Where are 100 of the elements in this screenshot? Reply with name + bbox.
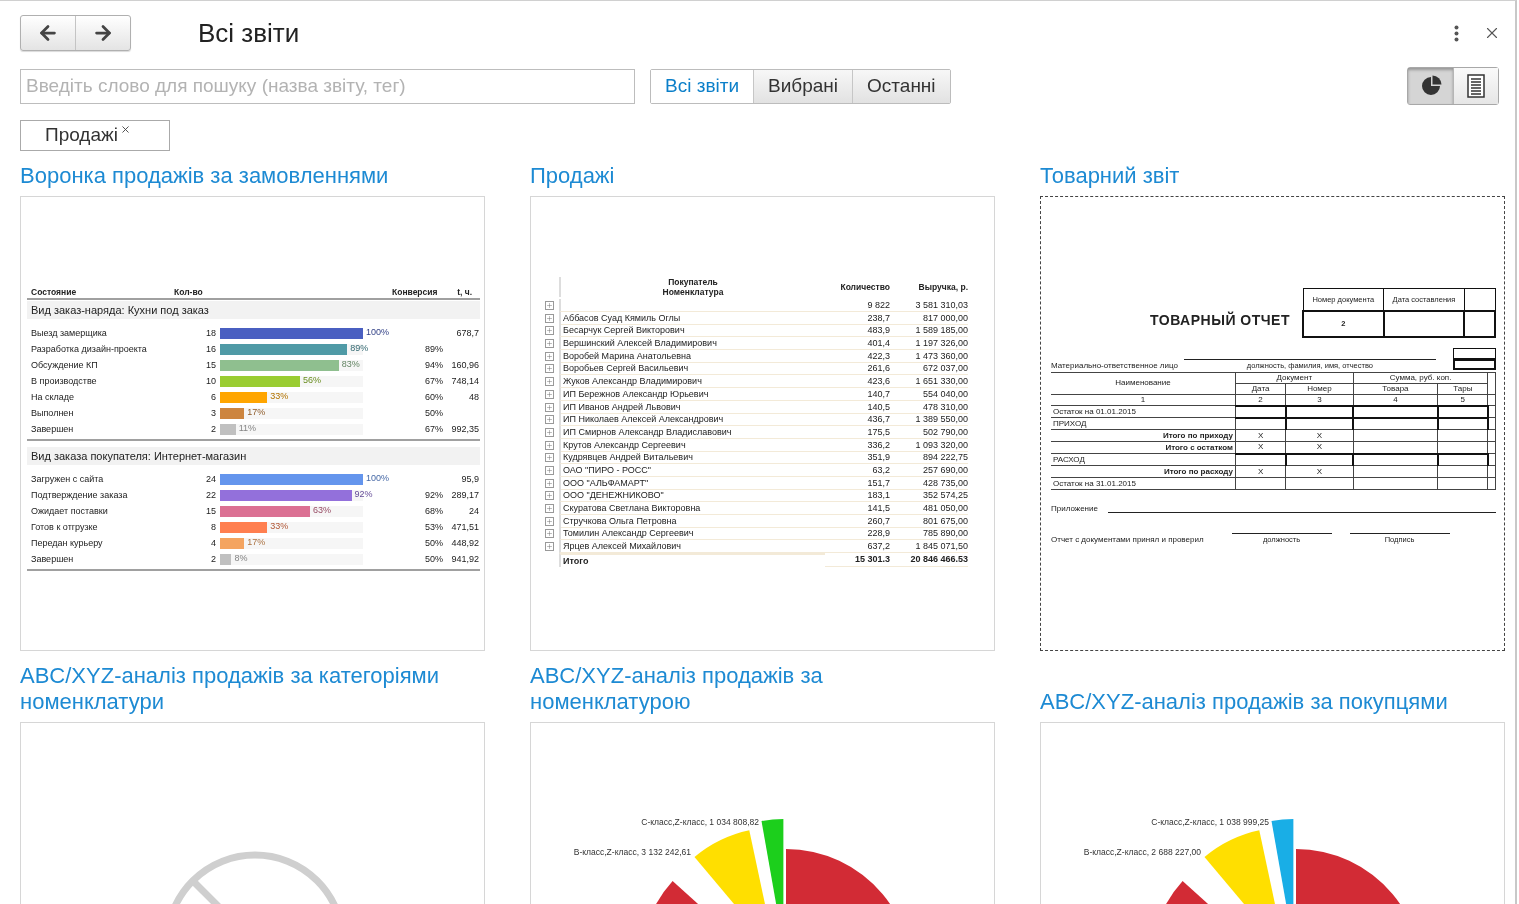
- expand-button[interactable]: [545, 504, 554, 513]
- more-icon: [1454, 24, 1459, 42]
- table-cell: 140,5: [825, 400, 890, 414]
- expand-button[interactable]: [545, 377, 554, 387]
- report-title[interactable]: Товарний звіт: [1040, 163, 1480, 189]
- table-cell: Стручкова Ольга Петровна: [559, 514, 825, 528]
- expand-button[interactable]: [545, 364, 554, 374]
- expand-button[interactable]: [545, 313, 554, 323]
- column-header: Выручка, р.: [917, 282, 968, 292]
- percent-label: 33%: [270, 520, 289, 531]
- expand-button[interactable]: [545, 415, 554, 425]
- report-preview[interactable]: C-класс,Z-класс, 1 034 808,82 B-класс,Z-класс, 3 132 242,61: [530, 722, 995, 904]
- pie-label: C-класс,Z-класс, 1 038 999,25: [1151, 817, 1269, 827]
- table-cell: ООО "АЛЬФАМАРТ": [559, 476, 825, 490]
- table-cell: 1 093 320,00: [890, 438, 968, 452]
- search-field[interactable]: Введіть слово для пошуку (назва звіту, тег): [20, 68, 635, 104]
- conversion-cell-text: 50%: [425, 554, 444, 564]
- expand-button[interactable]: [545, 301, 554, 310]
- table-cell: Крутов Александр Сергеевич: [559, 438, 825, 452]
- table-cell: 63,2: [825, 463, 890, 477]
- table-cell: 260,7: [825, 514, 890, 528]
- expand-button[interactable]: [545, 389, 554, 399]
- table-cell: ОАО "ПИРО - РОСС": [559, 463, 825, 477]
- count-cell-text: 22: [205, 490, 216, 500]
- table-cell: 436,7: [825, 413, 890, 427]
- form-box: [1453, 347, 1496, 359]
- report-title[interactable]: ABC/XYZ-аналіз продажів за категоріями номенклатури: [20, 663, 460, 715]
- table-cell: 20 846 466.53: [890, 552, 968, 567]
- count-cell-text: 6: [210, 392, 216, 402]
- table-cell: Воробьев Сергей Васильевич: [559, 362, 825, 376]
- stage-name: Передан курьеру: [31, 538, 104, 548]
- form-header: Дата: [1235, 383, 1286, 394]
- stage-name: Готов к отгрузке: [31, 522, 99, 532]
- group-header: Вид заказ-наряда: Кухни под заказ: [27, 301, 480, 319]
- form-cell: X: [1235, 465, 1286, 478]
- view-mode-button[interactable]: [1408, 68, 1453, 104]
- report-preview[interactable]: [1040, 196, 1505, 651]
- expand-button[interactable]: [545, 529, 554, 539]
- table-cell: 483,9: [825, 324, 890, 338]
- list-icon: [1467, 74, 1485, 98]
- table-cell: ИП Бережнов Александр Юрьевич: [559, 387, 825, 401]
- count-cell-text: 3: [210, 408, 216, 418]
- expand-button[interactable]: [545, 465, 554, 475]
- form-box: [1453, 358, 1496, 370]
- table-cell: 672 037,00: [890, 362, 968, 376]
- column-header: t, ч.: [456, 287, 472, 297]
- time-cell-text: 471,51: [450, 522, 479, 532]
- percent-label: 100%: [366, 326, 390, 337]
- stage-name: Разработка дизайн-проекта: [31, 344, 148, 354]
- table-cell: 1 389 550,00: [890, 413, 968, 427]
- expand-button[interactable]: [545, 427, 554, 437]
- more-button[interactable]: [1454, 24, 1459, 42]
- table-cell: 801 675,00: [890, 514, 968, 528]
- table-cell: 785 890,00: [890, 527, 968, 541]
- conversion-cell-text: 89%: [425, 344, 444, 354]
- count-cell-text: 24: [205, 474, 216, 484]
- time-cell-text: 992,35: [450, 424, 479, 434]
- expand-button[interactable]: [545, 453, 554, 463]
- form-row-label: РАСХОД: [1051, 453, 1236, 466]
- table-cell: 238,7: [825, 311, 890, 325]
- report-title[interactable]: ABC/XYZ-аналіз продажів за покупцями: [1040, 689, 1480, 715]
- conversion-cell-text: 94%: [425, 360, 444, 370]
- table-cell: Бесарчук Сергей Викторович: [559, 324, 825, 338]
- expand-button[interactable]: [545, 440, 554, 450]
- form-header: 1: [1051, 394, 1236, 406]
- table-cell: 423,6: [825, 375, 890, 389]
- expand-button[interactable]: [545, 326, 554, 336]
- form-header: Документ: [1235, 372, 1354, 383]
- expand-button[interactable]: [545, 542, 554, 552]
- table-cell: 481 050,00: [890, 502, 968, 515]
- table-cell: 1 651 330,00: [890, 375, 968, 389]
- report-title[interactable]: Продажі: [530, 163, 970, 189]
- count-cell-text: 2: [210, 554, 216, 564]
- percent-label: 92%: [354, 488, 373, 499]
- filter-tab[interactable]: Вибрані: [753, 69, 853, 103]
- count-cell-text: 15: [205, 360, 216, 370]
- table-cell: 351,9: [825, 451, 890, 465]
- report-title[interactable]: Воронка продажів за замовленнями: [20, 163, 460, 189]
- stage-name: Ожидает поставки: [31, 506, 109, 516]
- form-row-label: Итого по приходу: [1051, 429, 1236, 442]
- report-title[interactable]: ABC/XYZ-аналіз продажів за номенклатурою: [530, 663, 970, 715]
- view-mode-button[interactable]: [1453, 68, 1498, 104]
- report-preview[interactable]: C-класс,Z-класс, 1 038 999,25 B-класс,Z-класс, 2 688 227,00: [1040, 722, 1505, 904]
- conversion-cell-text: 50%: [425, 538, 444, 548]
- form-row-label: ПРИХОД: [1051, 417, 1236, 430]
- column-header: Покупатель: [668, 277, 718, 287]
- count-cell-text: 2: [210, 424, 216, 434]
- stage-name: Загружен с сайта: [31, 474, 105, 484]
- expand-button[interactable]: [545, 351, 554, 361]
- expand-button[interactable]: [545, 491, 554, 501]
- expand-button[interactable]: [545, 478, 554, 488]
- table-cell: ООО "ДЕНЕЖНИКОВО": [559, 489, 825, 503]
- table-cell: Вершинский Алексей Владимирович: [559, 337, 825, 351]
- expand-button[interactable]: [545, 402, 554, 412]
- stage-name: Завершен: [31, 554, 75, 564]
- expand-button[interactable]: [545, 516, 554, 526]
- expand-button[interactable]: [545, 339, 554, 349]
- filter-tab[interactable]: Останні: [852, 69, 950, 103]
- time-cell-text: 448,92: [450, 538, 479, 548]
- table-cell: Аббасов Суад Кямиль Оглы: [559, 311, 825, 325]
